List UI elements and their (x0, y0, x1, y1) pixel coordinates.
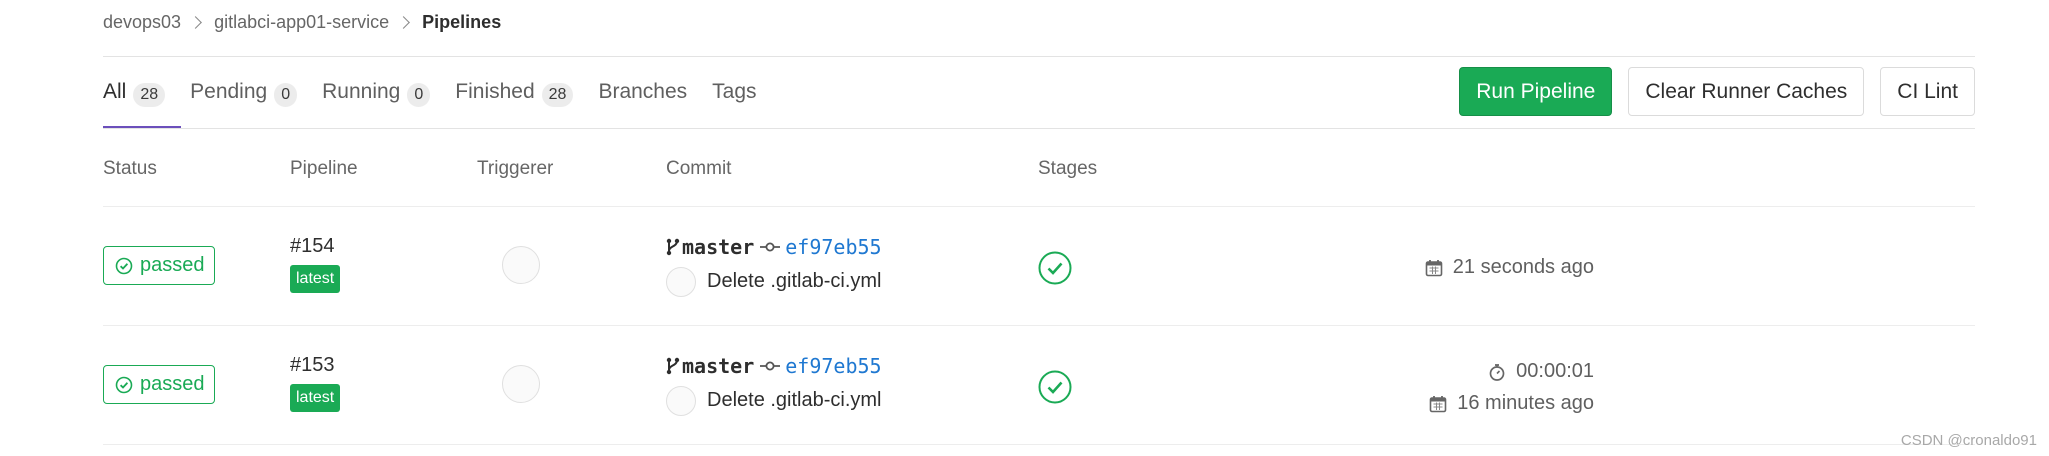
duration-label: 00:00:01 (1516, 360, 1594, 382)
commit-icon (760, 242, 781, 252)
tab-count-badge: 0 (274, 83, 298, 107)
ci-lint-button[interactable]: CI Lint (1880, 67, 1975, 116)
finished-time: 21 seconds ago (1425, 256, 1594, 279)
chevron-right-icon (189, 15, 202, 29)
latest-badge: latest (290, 384, 341, 412)
status-badge[interactable]: passed (103, 365, 215, 404)
timer-icon (1489, 363, 1505, 381)
tab-count-badge: 0 (407, 83, 431, 107)
commit-ref: master ef97eb55 (666, 354, 882, 378)
tab-label: Running (322, 80, 401, 103)
commit-sha-link[interactable]: ef97eb55 (785, 235, 881, 259)
status-label: passed (140, 373, 205, 395)
tab-label: Finished (455, 80, 535, 103)
branch-link[interactable]: master (682, 354, 754, 378)
tab-running[interactable]: Running 0 (322, 70, 431, 129)
commit-ref: master ef97eb55 (666, 235, 882, 259)
pipeline-actions: Run Pipeline Clear Runner Caches CI Lint (1459, 67, 1975, 116)
stage-success-icon[interactable] (1038, 251, 1072, 285)
header-pipeline: Pipeline (290, 158, 358, 179)
divider (103, 128, 1975, 129)
commit-sha-link[interactable]: ef97eb55 (785, 354, 881, 378)
tab-label: Pending (190, 80, 268, 103)
header-commit: Commit (666, 158, 732, 179)
divider (103, 325, 1975, 326)
run-pipeline-button[interactable]: Run Pipeline (1459, 67, 1613, 116)
tab-pending[interactable]: Pending 0 (190, 70, 298, 129)
watermark: CSDN @cronaldo91 (1900, 432, 2037, 449)
check-circle-icon (115, 376, 133, 393)
tab-finished[interactable]: Finished 28 (455, 70, 574, 129)
breadcrumb-project[interactable]: gitlabci-app01-service (214, 12, 389, 33)
latest-badge: latest (290, 265, 341, 293)
avatar[interactable] (666, 267, 696, 297)
header-triggerer: Triggerer (477, 158, 554, 179)
branch-link[interactable]: master (682, 235, 754, 259)
tab-count-badge: 28 (133, 83, 166, 107)
pipeline-id-link[interactable]: #153 (290, 354, 335, 377)
finished-time-label: 16 minutes ago (1457, 392, 1594, 414)
avatar[interactable] (666, 386, 696, 416)
tab-tags[interactable]: Tags (712, 70, 756, 129)
breadcrumb-group[interactable]: devops03 (103, 12, 181, 33)
divider (103, 56, 1975, 57)
tab-label: All (103, 80, 127, 103)
duration: 00:00:01 (1488, 360, 1594, 383)
tab-label: Tags (712, 80, 757, 103)
tab-count-badge: 28 (541, 83, 574, 107)
tab-all[interactable]: All 28 (103, 70, 182, 129)
stage-success-icon[interactable] (1038, 370, 1072, 404)
header-status: Status (103, 158, 157, 179)
avatar[interactable] (502, 365, 540, 403)
clear-runner-caches-button[interactable]: Clear Runner Caches (1628, 67, 1865, 116)
branch-icon (666, 357, 680, 375)
divider (103, 206, 1975, 207)
calendar-icon (1425, 259, 1443, 276)
pipeline-tabs: All 28 Pending 0 Running 0 Finished 28 B… (103, 70, 782, 129)
pipeline-id-link[interactable]: #154 (290, 235, 335, 258)
status-label: passed (140, 254, 205, 276)
calendar-icon (1429, 395, 1447, 412)
avatar[interactable] (502, 246, 540, 284)
status-badge[interactable]: passed (103, 246, 215, 285)
breadcrumb: devops03 gitlabci-app01-service Pipeline… (103, 10, 501, 34)
finished-time: 16 minutes ago (1429, 392, 1594, 415)
header-stages: Stages (1038, 158, 1098, 179)
branch-icon (666, 238, 680, 256)
commit-message-link[interactable]: Delete .gitlab-ci.yml (707, 270, 882, 293)
chevron-right-icon (397, 15, 411, 29)
commit-message-link[interactable]: Delete .gitlab-ci.yml (707, 389, 882, 412)
finished-time-label: 21 seconds ago (1452, 256, 1594, 278)
tab-branches[interactable]: Branches (598, 70, 687, 129)
check-circle-icon (115, 257, 133, 274)
tab-label: Branches (598, 80, 688, 103)
divider (103, 444, 1975, 445)
commit-icon (760, 361, 781, 371)
breadcrumb-current[interactable]: Pipelines (422, 12, 501, 33)
